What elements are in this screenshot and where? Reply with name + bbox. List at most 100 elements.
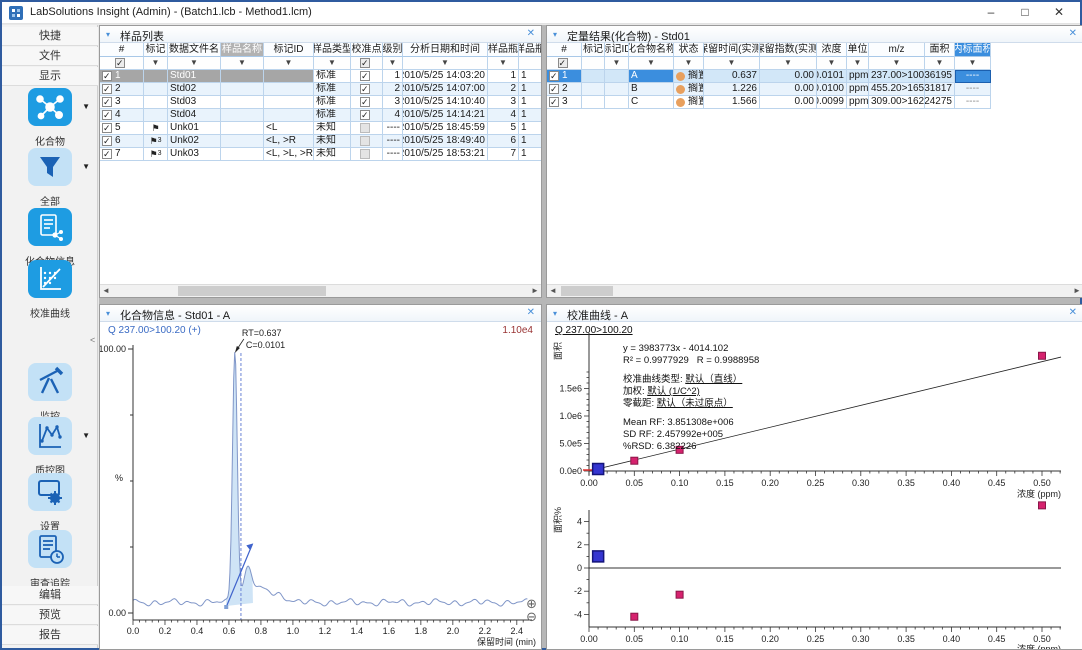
- row-checkbox[interactable]: [102, 71, 112, 81]
- sidebar-item-display[interactable]: 显示: [2, 67, 98, 86]
- column-header[interactable]: 保留时间(实测): [704, 43, 760, 57]
- column-header[interactable]: 浓度: [817, 43, 847, 57]
- sample-name-cell[interactable]: [221, 148, 264, 161]
- vial-cell[interactable]: 3: [488, 96, 519, 109]
- sample-type-cell[interactable]: 未知: [314, 148, 351, 161]
- row-number-cell[interactable]: 1: [100, 70, 144, 83]
- mark-id-cell[interactable]: <L, >L, >R: [264, 148, 314, 161]
- vial-cell[interactable]: 4: [488, 109, 519, 122]
- vial-cell[interactable]: 6: [488, 135, 519, 148]
- column-header[interactable]: m/z: [869, 43, 925, 57]
- sample-name-cell[interactable]: [221, 109, 264, 122]
- mz-cell[interactable]: 309.00>162.95: [869, 96, 925, 109]
- datetime-cell[interactable]: 2010/5/25 18:53:21: [403, 148, 488, 161]
- sample-type-cell[interactable]: 标准: [314, 109, 351, 122]
- column-header[interactable]: 分析日期和时间: [403, 43, 488, 57]
- vial2-cell[interactable]: 1: [519, 83, 542, 96]
- concentration-cell[interactable]: 0.0099: [817, 96, 847, 109]
- column-header[interactable]: 校准点: [351, 43, 383, 57]
- column-header[interactable]: 级别: [383, 43, 403, 57]
- vial2-cell[interactable]: 1: [519, 96, 542, 109]
- calibration-checkbox[interactable]: [360, 136, 370, 146]
- calibration-checkbox[interactable]: [360, 123, 370, 133]
- column-header[interactable]: 内标面积: [955, 43, 991, 57]
- filter-funnel-icon[interactable]: ▼: [144, 57, 168, 70]
- select-all-checkbox[interactable]: [100, 57, 144, 70]
- column-header[interactable]: 样品瓶: [519, 43, 542, 57]
- filter-funnel-icon[interactable]: ▼: [629, 57, 674, 70]
- sample-name-cell[interactable]: [221, 83, 264, 96]
- scrollbar-thumb[interactable]: [561, 286, 613, 296]
- column-header[interactable]: 数据文件名: [168, 43, 221, 57]
- istd-area-cell[interactable]: ----: [955, 96, 991, 109]
- data-file-cell[interactable]: Std01: [168, 70, 221, 83]
- filter-funnel-icon[interactable]: ▼: [847, 57, 869, 70]
- row-number-cell[interactable]: 3: [547, 96, 582, 109]
- sidebar-collapse-button[interactable]: <: [90, 332, 98, 348]
- data-file-cell[interactable]: Unk02: [168, 135, 221, 148]
- mz-cell[interactable]: 455.20>165.05: [869, 83, 925, 96]
- istd-area-cell[interactable]: ----: [955, 83, 991, 96]
- retention-index-cell[interactable]: 0.00: [760, 70, 817, 83]
- mark-id-cell[interactable]: [264, 83, 314, 96]
- calibration-point-cell[interactable]: [351, 109, 383, 122]
- level-cell[interactable]: ----: [383, 148, 403, 161]
- tool-compound[interactable]: ▼ 化合物: [2, 88, 98, 148]
- datetime-cell[interactable]: 2010/5/25 14:10:40: [403, 96, 488, 109]
- status-cell[interactable]: 搁置: [674, 70, 704, 83]
- filter-funnel-icon[interactable]: ▼: [869, 57, 925, 70]
- panel-close-icon[interactable]: ✕: [527, 28, 535, 39]
- filter-funnel-icon[interactable]: ▼: [221, 57, 264, 70]
- filter-funnel-icon[interactable]: ▼: [383, 57, 403, 70]
- scroll-right-arrow[interactable]: ►: [529, 285, 541, 297]
- mark-id-cell[interactable]: [605, 83, 629, 96]
- sample-type-cell[interactable]: 未知: [314, 135, 351, 148]
- close-button[interactable]: ✕: [1042, 2, 1076, 24]
- column-header[interactable]: 标记ID: [605, 43, 629, 57]
- column-header[interactable]: #: [100, 43, 144, 57]
- data-file-cell[interactable]: Std04: [168, 109, 221, 122]
- sample-type-cell[interactable]: 标准: [314, 70, 351, 83]
- table-row[interactable]: 1 Std01 标准 1 2010/5/25 14:03:20 1 1: [100, 70, 541, 83]
- sample-type-cell[interactable]: 标准: [314, 83, 351, 96]
- sample-name-cell[interactable]: [221, 70, 264, 83]
- filter-checkbox[interactable]: [351, 57, 383, 70]
- calibration-checkbox[interactable]: [360, 71, 370, 81]
- datetime-cell[interactable]: 2010/5/25 18:49:40: [403, 135, 488, 148]
- row-checkbox[interactable]: [102, 97, 112, 107]
- column-header[interactable]: 样品类型: [314, 43, 351, 57]
- mark-id-cell[interactable]: [264, 109, 314, 122]
- column-header[interactable]: 单位: [847, 43, 869, 57]
- mark-id-cell[interactable]: [605, 96, 629, 109]
- calibration-point-cell[interactable]: [351, 122, 383, 135]
- minimize-button[interactable]: –: [974, 2, 1008, 24]
- row-checkbox[interactable]: [102, 136, 112, 146]
- status-cell[interactable]: 搁置: [674, 83, 704, 96]
- scroll-left-arrow[interactable]: ◄: [547, 285, 559, 297]
- table-row[interactable]: 2 Std02 标准 2 2010/5/25 14:07:00 2 1: [100, 83, 541, 96]
- tool-calibration-curve[interactable]: 校准曲线: [2, 260, 98, 320]
- sidebar-item-file[interactable]: 文件: [2, 47, 98, 66]
- calibration-point-cell[interactable]: [351, 96, 383, 109]
- filter-funnel-icon[interactable]: ▼: [674, 57, 704, 70]
- row-checkbox[interactable]: [102, 149, 112, 159]
- vial2-cell[interactable]: 1: [519, 109, 542, 122]
- calibration-point-cell[interactable]: [351, 148, 383, 161]
- panel-close-icon[interactable]: ✕: [1069, 28, 1077, 39]
- sample-name-cell[interactable]: [221, 122, 264, 135]
- tool-audit-trail[interactable]: 审查追踪: [2, 530, 98, 590]
- row-number-cell[interactable]: 6: [100, 135, 144, 148]
- sidebar-item-preview[interactable]: 预览: [2, 606, 98, 625]
- level-cell[interactable]: ----: [383, 122, 403, 135]
- calibration-checkbox[interactable]: [360, 149, 370, 159]
- chevron-down-icon[interactable]: ▼: [82, 102, 90, 111]
- concentration-cell[interactable]: 0.0100: [817, 83, 847, 96]
- vial2-cell[interactable]: 1: [519, 148, 542, 161]
- status-cell[interactable]: 搁置: [674, 96, 704, 109]
- calibration-checkbox[interactable]: [360, 97, 370, 107]
- calibration-point-cell[interactable]: [351, 135, 383, 148]
- calibration-checkbox[interactable]: [360, 84, 370, 94]
- sidebar-item-quick[interactable]: 快捷: [2, 27, 98, 46]
- vial2-cell[interactable]: 1: [519, 135, 542, 148]
- row-number-cell[interactable]: 2: [100, 83, 144, 96]
